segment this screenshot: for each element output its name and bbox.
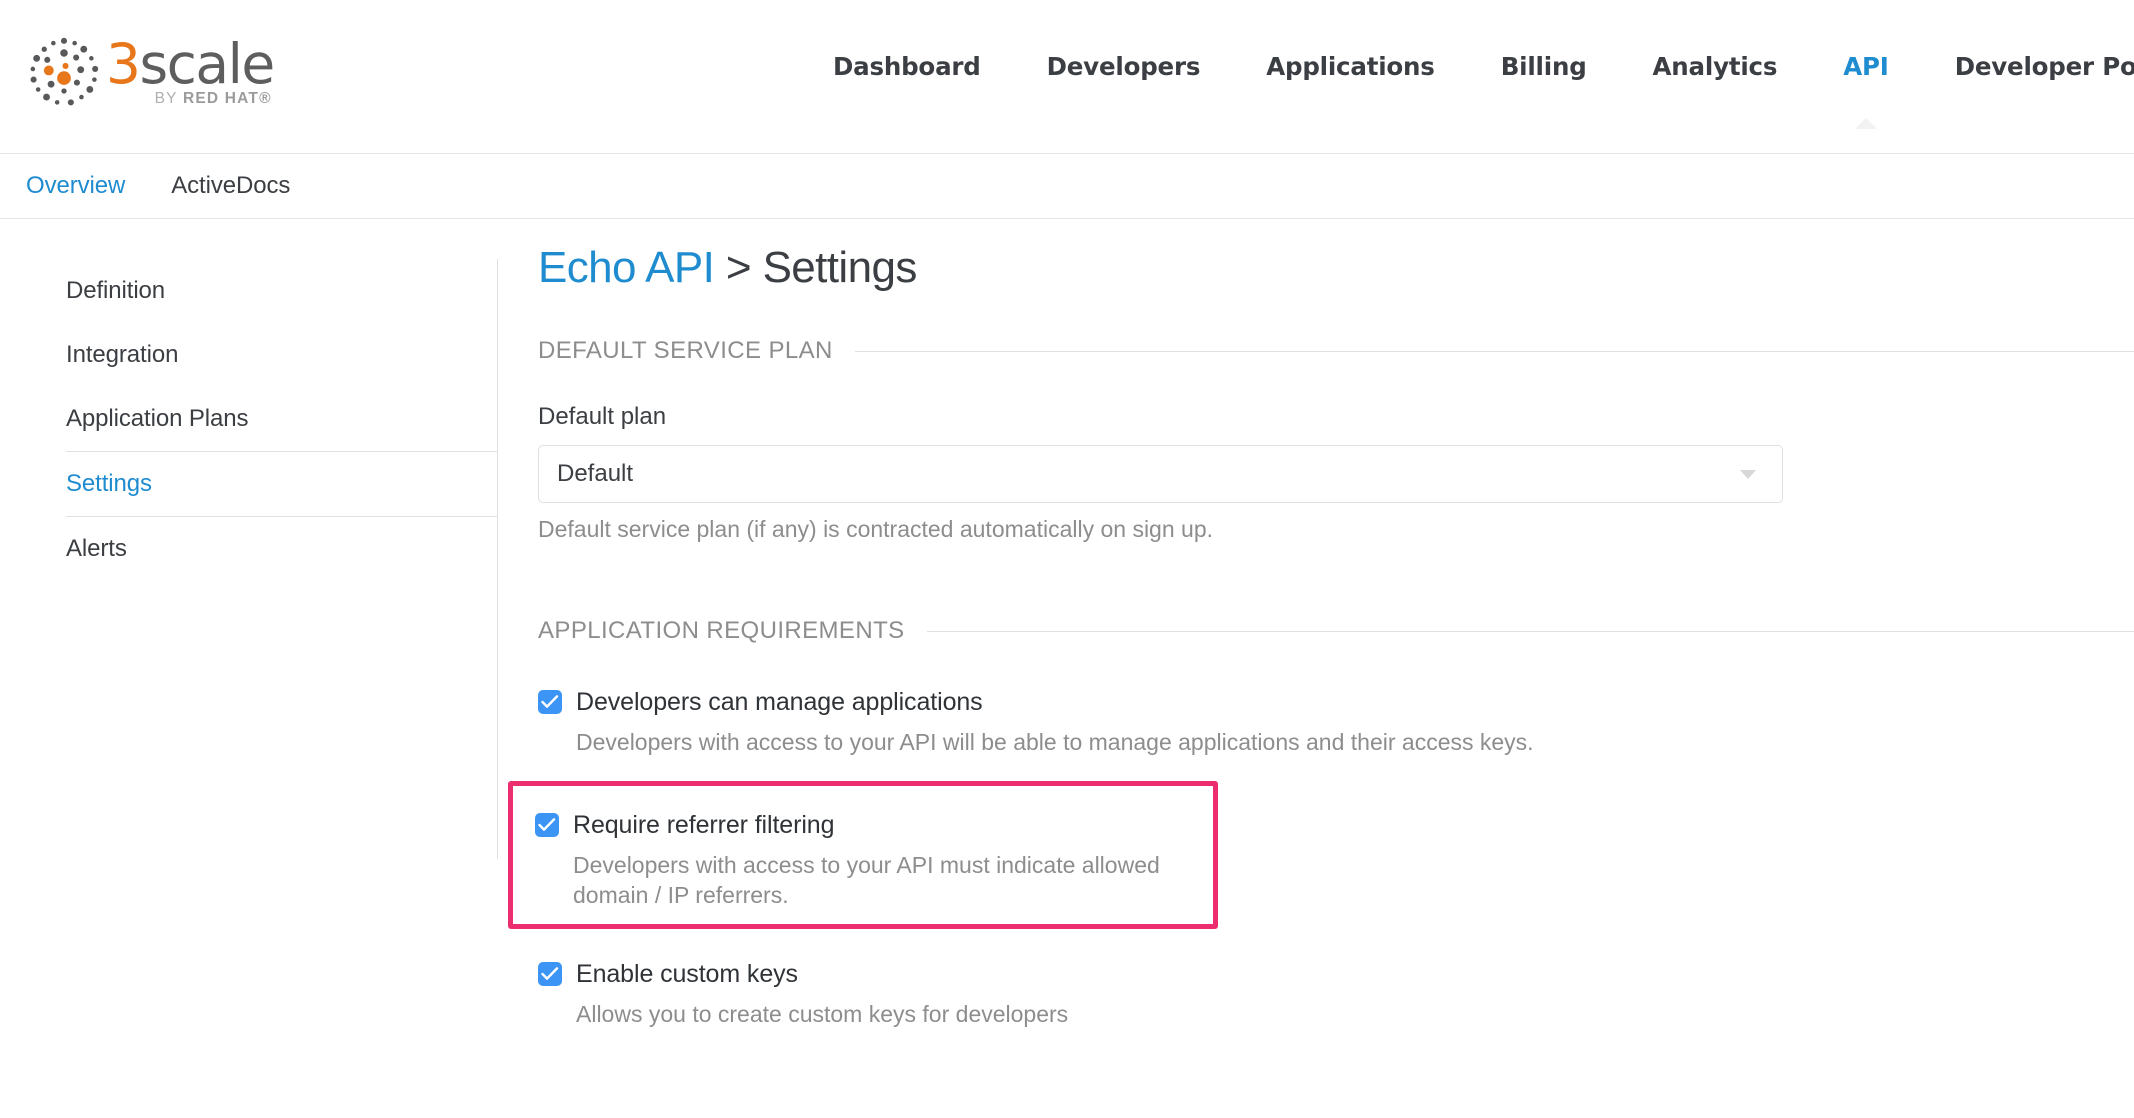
nav-item-billing[interactable]: Billing — [1468, 52, 1620, 81]
section-legend-application-requirements: APPLICATION REQUIREMENTS — [538, 617, 2134, 645]
breadcrumb-link-echo-api[interactable]: Echo API — [538, 243, 714, 292]
sidebar: Definition Integration Application Plans… — [0, 219, 498, 1117]
nav-item-developer-portal[interactable]: Developer Portal — [1922, 52, 2134, 81]
nav-item-developers[interactable]: Developers — [1014, 52, 1234, 81]
checkmark-icon — [541, 694, 559, 710]
chevron-down-icon — [1740, 470, 1756, 479]
brand-wordmark-scale: scale — [140, 32, 274, 96]
brand-wordmark-3: 3 — [106, 32, 140, 96]
nav-item-api[interactable]: API — [1810, 52, 1921, 81]
main-navigation: Dashboard Developers Applications Billin… — [800, 52, 2134, 81]
subnav-item-overview[interactable]: Overview — [26, 172, 125, 200]
nav-item-applications[interactable]: Applications — [1233, 52, 1467, 81]
sidebar-item-alerts[interactable]: Alerts — [66, 517, 497, 581]
legend-divider — [855, 351, 2134, 352]
sidebar-item-settings[interactable]: Settings — [66, 451, 497, 517]
brand-wordmark: 3scale — [106, 36, 274, 92]
section-default-service-plan: DEFAULT SERVICE PLAN Default plan Defaul… — [538, 337, 2134, 543]
nav-item-dashboard[interactable]: Dashboard — [800, 52, 1014, 81]
legend-divider — [927, 631, 2134, 632]
legend-label: DEFAULT SERVICE PLAN — [538, 337, 833, 365]
checkbox-label: Developers can manage applications — [576, 683, 983, 721]
checkbox-row[interactable]: Developers can manage applications — [538, 683, 2134, 721]
requirement-require-referrer-filtering: Require referrer filtering Developers wi… — [508, 781, 1218, 929]
sub-navigation: Overview ActiveDocs — [0, 154, 2134, 219]
sidebar-item-application-plans[interactable]: Application Plans — [66, 387, 497, 451]
section-application-requirements: APPLICATION REQUIREMENTS Developers can … — [538, 617, 2134, 1029]
main-content: Echo API > Settings DEFAULT SERVICE PLAN… — [498, 219, 2134, 1117]
page-title: Echo API > Settings — [538, 243, 2134, 293]
checkbox-checked-icon[interactable] — [538, 690, 562, 714]
section-spacer — [538, 543, 2134, 617]
legend-label: APPLICATION REQUIREMENTS — [538, 617, 905, 645]
brand-logo[interactable]: 3scale BY RED HAT® — [26, 34, 274, 110]
sidebar-item-definition[interactable]: Definition — [66, 259, 497, 323]
3scale-dots-logo-icon — [26, 34, 102, 110]
checkbox-description: Allows you to create custom keys for dev… — [576, 999, 2134, 1029]
checkbox-label: Enable custom keys — [576, 955, 798, 993]
default-plan-label: Default plan — [538, 403, 2134, 431]
nav-item-analytics[interactable]: Analytics — [1620, 52, 1811, 81]
checkbox-row[interactable]: Require referrer filtering — [535, 806, 1213, 844]
checkbox-description: Developers with access to your API will … — [576, 727, 2134, 757]
default-plan-select[interactable]: Default — [538, 445, 1783, 503]
requirement-developers-can-manage-applications: Developers can manage applications Devel… — [538, 683, 2134, 757]
default-plan-select-value: Default — [557, 460, 633, 488]
subnav-item-activedocs[interactable]: ActiveDocs — [171, 172, 290, 200]
checkmark-icon — [541, 966, 559, 982]
checkmark-icon — [538, 817, 556, 833]
checkbox-checked-icon[interactable] — [535, 813, 559, 837]
default-plan-help-text: Default service plan (if any) is contrac… — [538, 516, 2134, 543]
brand-byline: BY RED HAT® — [155, 90, 272, 108]
page-body: Definition Integration Application Plans… — [0, 219, 2134, 1117]
section-legend-default-service-plan: DEFAULT SERVICE PLAN — [538, 337, 2134, 365]
checkbox-label: Require referrer filtering — [573, 806, 834, 844]
checkbox-description: Developers with access to your API must … — [573, 850, 1213, 910]
checkbox-row[interactable]: Enable custom keys — [538, 955, 2134, 993]
breadcrumb-current: > Settings — [714, 243, 917, 292]
checkbox-checked-icon[interactable] — [538, 962, 562, 986]
requirement-enable-custom-keys: Enable custom keys Allows you to create … — [538, 955, 2134, 1029]
masthead: 3scale BY RED HAT® Dashboard Developers … — [0, 0, 2134, 154]
sidebar-item-integration[interactable]: Integration — [66, 323, 497, 387]
